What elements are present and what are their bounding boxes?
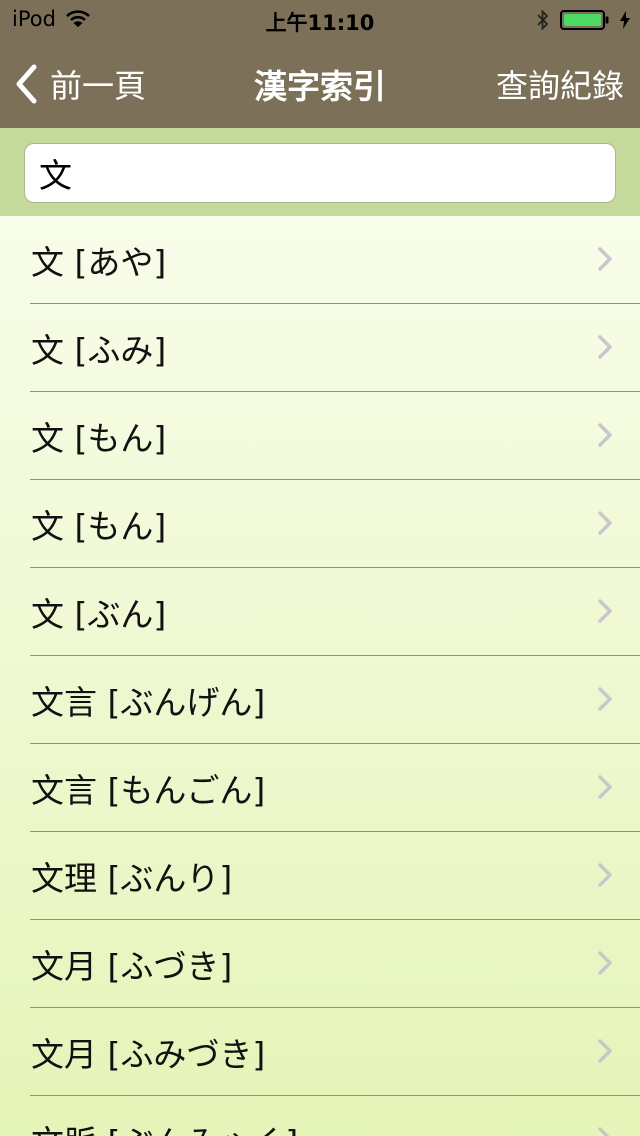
search-bar: [0, 128, 640, 216]
list-item[interactable]: 文言 [もんごん]: [0, 744, 640, 832]
list-item[interactable]: 文 [もん]: [0, 392, 640, 480]
list-item[interactable]: 文脈 [ぶんみゃく]: [0, 1096, 640, 1136]
list-item[interactable]: 文月 [ふみづき]: [0, 1008, 640, 1096]
list-item-label: 文月 [ふみづき]: [31, 1035, 266, 1074]
chevron-right-icon: [598, 423, 612, 447]
list-item-label: 文 [もん]: [31, 419, 167, 458]
list-item-label: 文 [もん]: [31, 507, 167, 546]
chevron-right-icon: [598, 1127, 610, 1136]
list-item-label: 文言 [ぶんげん]: [31, 683, 266, 722]
battery-icon: [560, 10, 609, 30]
chevron-right-icon: [598, 511, 612, 535]
navigation-bar: 前一頁 漢字索引 查詢紀錄: [0, 40, 640, 128]
bluetooth-icon: [537, 9, 549, 31]
chevron-right-icon: [598, 335, 612, 359]
history-button[interactable]: 查詢紀錄: [496, 40, 624, 128]
chevron-right-icon: [598, 247, 612, 271]
chevron-right-icon: [598, 599, 612, 623]
back-button[interactable]: 前一頁: [14, 40, 146, 128]
back-button-label: 前一頁: [50, 67, 147, 105]
list-item[interactable]: 文 [ぶん]: [0, 568, 640, 656]
list-item-label: 文 [ふみ]: [31, 331, 167, 370]
chevron-right-icon: [598, 863, 612, 887]
list-item-label: 文言 [もんごん]: [31, 771, 266, 810]
list-item[interactable]: 文理 [ぶんり]: [0, 832, 640, 920]
list-item[interactable]: 文 [あや]: [0, 216, 640, 304]
list-item-label: 文理 [ぶんり]: [31, 859, 233, 898]
status-right: [536, 8, 630, 32]
status-bar: iPod 上午11:10: [0, 0, 640, 40]
list-item-label: 文 [ぶん]: [31, 595, 167, 634]
chevron-right-icon: [598, 951, 612, 975]
search-input[interactable]: [24, 143, 616, 203]
chevron-left-icon: [16, 64, 37, 104]
charging-bolt-icon: [620, 11, 630, 29]
list-item[interactable]: 文 [ふみ]: [0, 304, 640, 392]
list-item-label: 文月 [ふづき]: [31, 947, 233, 986]
list-item[interactable]: 文 [もん]: [0, 480, 640, 568]
list-item[interactable]: 文月 [ふづき]: [0, 920, 640, 1008]
chevron-right-icon: [598, 687, 612, 711]
result-list[interactable]: 文 [あや] 文 [ふみ] 文 [もん] 文 [もん] 文 [ぶん] 文言 [ぶんげん] 文…: [0, 216, 640, 1136]
list-item-label: 文脈 [ぶんみゃく]: [31, 1116, 298, 1136]
list-item[interactable]: 文言 [ぶんげん]: [0, 656, 640, 744]
chevron-right-icon: [598, 1039, 612, 1063]
list-item-label: 文 [あや]: [31, 243, 167, 282]
chevron-right-icon: [598, 775, 612, 799]
